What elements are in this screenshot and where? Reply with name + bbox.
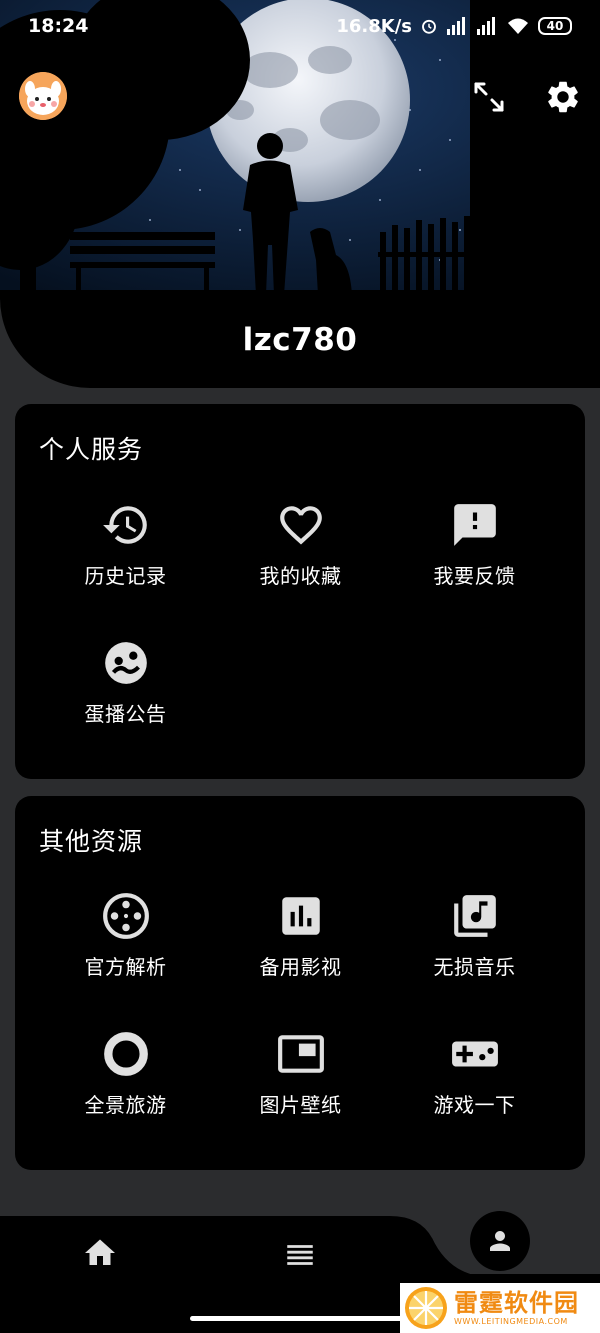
orange-logo: [405, 1287, 447, 1329]
picture-in-picture-icon: [277, 1035, 324, 1073]
announcement-icon: [104, 642, 147, 684]
tile-label: 官方解析: [84, 955, 167, 979]
section-title: 其他资源: [39, 827, 144, 856]
announcement-button[interactable]: 蛋播公告: [38, 638, 213, 748]
cartoon-avatar-icon: [19, 72, 67, 120]
panorama-circle-icon: [103, 1032, 148, 1076]
film-reel-icon: [102, 893, 149, 939]
official-parse-button[interactable]: 官方解析: [38, 891, 213, 1001]
network-speed: 16.8K/s: [336, 15, 412, 37]
watermark-subtitle: WWW.LEITINGMEDIA.COM: [454, 1316, 568, 1326]
wallpaper-button[interactable]: 图片壁纸: [213, 1029, 388, 1139]
feedback-button[interactable]: 我要反馈: [387, 500, 562, 610]
signal-icon-secondary: [477, 17, 495, 35]
status-time: 18:24: [28, 15, 89, 37]
bar-chart-icon: [281, 897, 320, 935]
alarm-icon: [422, 19, 436, 34]
watermark-title: 雷霆软件园: [454, 1288, 579, 1317]
tile-label: 游戏一下: [433, 1093, 516, 1117]
tile-label: 无损音乐: [433, 955, 516, 979]
battery-icon: 40: [538, 17, 572, 35]
tile-label: 图片壁纸: [259, 1093, 342, 1117]
tile-label: 历史记录: [84, 564, 167, 588]
avatar[interactable]: [19, 72, 67, 120]
person-icon: [490, 1231, 510, 1251]
history-button[interactable]: 历史记录: [38, 500, 213, 610]
other-resources-card: 其他资源 官方解析 备用影视 无损音乐 全景旅游 图片壁纸 游戏一下: [15, 796, 585, 1170]
gamepad-icon: [451, 1041, 498, 1067]
lossless-music-button[interactable]: 无损音乐: [387, 891, 562, 1001]
personal-services-card: 个人服务 历史记录 我的收藏 我要反馈 蛋播公告: [15, 404, 585, 779]
feedback-icon: [453, 504, 496, 546]
section-title: 个人服务: [39, 435, 144, 464]
tile-label: 我的收藏: [259, 564, 342, 588]
home-icon[interactable]: [82, 1235, 118, 1271]
profile-header: 18:24 16.8K/s 40 lzc780: [0, 0, 600, 388]
tile-label: 我要反馈: [433, 564, 516, 588]
tile-label: 备用影视: [259, 955, 342, 979]
list-icon[interactable]: [283, 1238, 317, 1272]
favorites-button[interactable]: 我的收藏: [213, 500, 388, 610]
tile-label: 全景旅游: [84, 1093, 167, 1117]
gear-icon[interactable]: [544, 78, 582, 116]
backup-video-button[interactable]: 备用影视: [213, 891, 388, 1001]
wifi-icon: [508, 18, 528, 34]
status-indicators: 16.8K/s 40: [336, 16, 572, 37]
signal-icon: [447, 17, 465, 35]
panorama-travel-button[interactable]: 全景旅游: [38, 1029, 213, 1139]
username: lzc780: [242, 322, 358, 358]
gesture-bar[interactable]: [190, 1316, 410, 1321]
status-bar: 18:24 16.8K/s 40: [0, 0, 600, 52]
tile-label: 蛋播公告: [84, 702, 167, 726]
nav-profile-button[interactable]: [470, 1211, 530, 1271]
watermark: 雷霆软件园 WWW.LEITINGMEDIA.COM: [400, 1283, 600, 1333]
music-library-icon: [453, 895, 496, 937]
expand-icon[interactable]: [470, 78, 508, 116]
heart-icon: [279, 506, 322, 545]
history-icon: [102, 506, 147, 544]
games-button[interactable]: 游戏一下: [387, 1029, 562, 1139]
